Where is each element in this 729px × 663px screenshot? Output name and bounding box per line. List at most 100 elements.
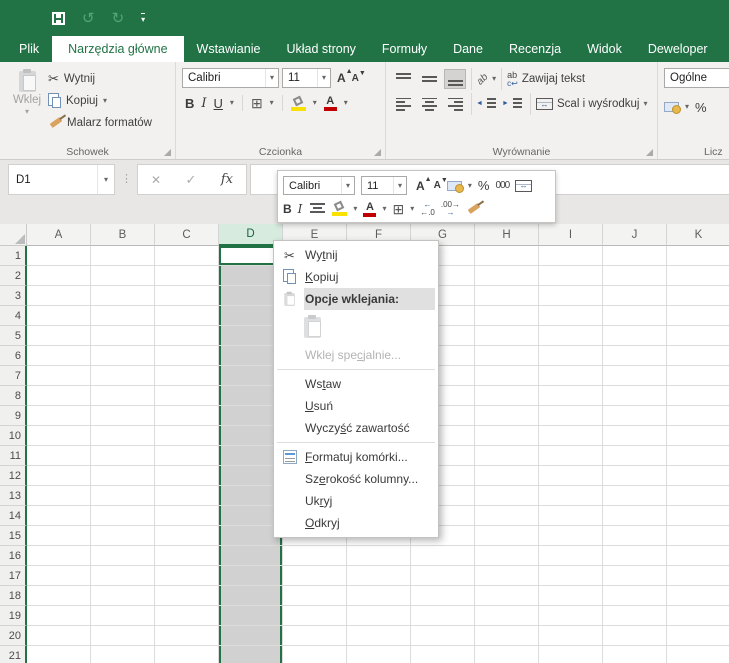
chevron-down-icon[interactable]: ▾ [643, 100, 647, 108]
select-all-corner[interactable] [0, 224, 27, 246]
row-header-8[interactable]: 8 [0, 386, 27, 406]
cell-I2[interactable] [539, 266, 603, 286]
cell-B1[interactable] [91, 246, 155, 266]
cell-F20[interactable] [347, 626, 411, 646]
name-box[interactable]: D1 ▾ [8, 164, 115, 195]
mini-format-painter-button[interactable] [468, 203, 481, 214]
font-name-combo[interactable]: Calibri ▾ [182, 68, 279, 88]
menu-item-insert[interactable]: Wstaw [275, 373, 437, 395]
cell-C11[interactable] [155, 446, 219, 466]
mini-accounting-format-button[interactable] [447, 181, 462, 191]
cell-C13[interactable] [155, 486, 219, 506]
cell-C10[interactable] [155, 426, 219, 446]
cell-B6[interactable] [91, 346, 155, 366]
cell-K7[interactable] [667, 366, 729, 386]
cell-C8[interactable] [155, 386, 219, 406]
cell-A20[interactable] [27, 626, 91, 646]
cell-C7[interactable] [155, 366, 219, 386]
menu-item-column-width[interactable]: Szerokość kolumny... [275, 468, 437, 490]
cell-A2[interactable] [27, 266, 91, 286]
undo-icon[interactable]: ↺ [82, 11, 95, 26]
cell-G16[interactable] [411, 546, 475, 566]
cell-H5[interactable] [475, 326, 539, 346]
menu-item-unhide[interactable]: Odkryj [275, 512, 437, 534]
cell-H12[interactable] [475, 466, 539, 486]
cell-K10[interactable] [667, 426, 729, 446]
cell-K1[interactable] [667, 246, 729, 266]
column-header-b[interactable]: B [91, 224, 155, 246]
row-header-9[interactable]: 9 [0, 406, 27, 426]
cell-K15[interactable] [667, 526, 729, 546]
cell-H19[interactable] [475, 606, 539, 626]
mini-font-name-combo[interactable]: Calibri ▾ [283, 176, 355, 195]
chevron-down-icon[interactable]: ▾ [97, 165, 114, 194]
row-header-5[interactable]: 5 [0, 326, 27, 346]
cell-J9[interactable] [603, 406, 667, 426]
cell-I16[interactable] [539, 546, 603, 566]
row-header-11[interactable]: 11 [0, 446, 27, 466]
cell-H10[interactable] [475, 426, 539, 446]
row-header-19[interactable]: 19 [0, 606, 27, 626]
cell-I3[interactable] [539, 286, 603, 306]
cell-B19[interactable] [91, 606, 155, 626]
cell-C4[interactable] [155, 306, 219, 326]
cell-B15[interactable] [91, 526, 155, 546]
cell-D16[interactable] [219, 546, 283, 566]
increase-font-size-button[interactable]: A▲ [337, 71, 346, 85]
cell-F16[interactable] [347, 546, 411, 566]
cell-B4[interactable] [91, 306, 155, 326]
save-icon[interactable] [52, 12, 65, 25]
tab-układ-strony[interactable]: Układ strony [273, 36, 368, 62]
cell-C21[interactable] [155, 646, 219, 663]
tab-deweloper[interactable]: Deweloper [635, 36, 721, 62]
cell-A14[interactable] [27, 506, 91, 526]
cell-E17[interactable] [283, 566, 347, 586]
cell-C6[interactable] [155, 346, 219, 366]
cell-B7[interactable] [91, 366, 155, 386]
italic-button[interactable]: I [201, 97, 206, 110]
cell-B12[interactable] [91, 466, 155, 486]
percent-style-button[interactable]: % [695, 100, 707, 115]
mini-align-center-button[interactable] [308, 199, 326, 219]
cell-J5[interactable] [603, 326, 667, 346]
cell-C12[interactable] [155, 466, 219, 486]
cell-C3[interactable] [155, 286, 219, 306]
cell-A4[interactable] [27, 306, 91, 326]
row-header-12[interactable]: 12 [0, 466, 27, 486]
cell-C2[interactable] [155, 266, 219, 286]
cut-button[interactable]: ✂ Wytnij [48, 69, 152, 88]
accounting-format-button[interactable] [664, 102, 679, 112]
cell-A13[interactable] [27, 486, 91, 506]
cell-A8[interactable] [27, 386, 91, 406]
dialog-launcher-icon[interactable] [374, 149, 381, 156]
cell-J13[interactable] [603, 486, 667, 506]
cell-E16[interactable] [283, 546, 347, 566]
cancel-icon[interactable]: ✕ [151, 173, 161, 187]
cell-D21[interactable] [219, 646, 283, 663]
cell-J17[interactable] [603, 566, 667, 586]
chevron-down-icon[interactable]: ▾ [410, 205, 414, 213]
cell-K2[interactable] [667, 266, 729, 286]
font-size-combo[interactable]: 11 ▾ [282, 68, 331, 88]
cell-D19[interactable] [219, 606, 283, 626]
cell-A3[interactable] [27, 286, 91, 306]
insert-function-icon[interactable]: fx [221, 172, 233, 187]
cell-A19[interactable] [27, 606, 91, 626]
mini-decrease-decimal-button[interactable]: .00→→ [441, 201, 460, 217]
mini-bold-button[interactable]: B [283, 203, 292, 215]
cell-H9[interactable] [475, 406, 539, 426]
cell-B16[interactable] [91, 546, 155, 566]
cell-F21[interactable] [347, 646, 411, 663]
row-header-17[interactable]: 17 [0, 566, 27, 586]
cell-B9[interactable] [91, 406, 155, 426]
cell-K6[interactable] [667, 346, 729, 366]
cell-I1[interactable] [539, 246, 603, 266]
cell-B20[interactable] [91, 626, 155, 646]
customize-quick-access-icon[interactable]: ▾ [141, 13, 145, 24]
row-header-16[interactable]: 16 [0, 546, 27, 566]
chevron-down-icon[interactable]: ▾ [230, 99, 234, 107]
cell-H14[interactable] [475, 506, 539, 526]
row-header-2[interactable]: 2 [0, 266, 27, 286]
mini-merge-center-button[interactable]: ↔ [515, 180, 532, 192]
cell-I12[interactable] [539, 466, 603, 486]
